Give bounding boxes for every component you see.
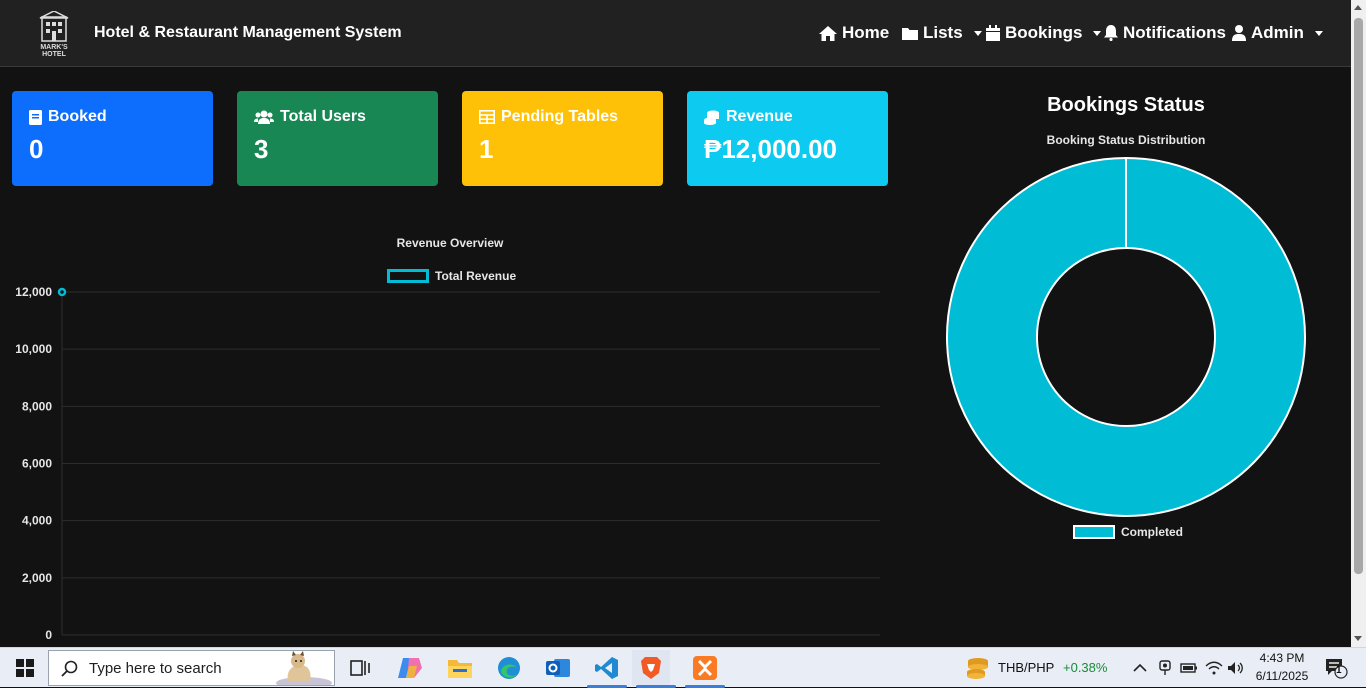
windows-start-icon[interactable] bbox=[11, 654, 39, 682]
brave-icon[interactable] bbox=[632, 650, 670, 686]
y-tick-label: 4,000 bbox=[22, 514, 52, 528]
search-icon bbox=[61, 660, 78, 677]
booked-card-title: Booked bbox=[48, 108, 107, 125]
taskbar-search-input[interactable]: Type here to search bbox=[48, 650, 335, 686]
status-legend-label: Completed bbox=[1121, 525, 1184, 539]
nav-lists-dropdown[interactable]: Lists bbox=[902, 23, 982, 43]
notification-count-badge: 1 bbox=[1336, 665, 1342, 676]
booked-card: Booked 0 bbox=[12, 91, 213, 186]
revenue-card-value: ₱12,000.00 bbox=[704, 134, 838, 164]
battery-icon[interactable] bbox=[1175, 654, 1203, 682]
nav-bookings-dropdown[interactable]: Bookings bbox=[986, 23, 1102, 43]
chevron-down-icon bbox=[1093, 30, 1102, 36]
chevron-down-icon bbox=[973, 30, 982, 36]
bell-icon bbox=[1104, 25, 1118, 41]
bookings-status-heading: Bookings Status bbox=[1047, 94, 1205, 116]
scroll-up-arrow-icon[interactable] bbox=[1354, 5, 1362, 10]
vscode-icon[interactable] bbox=[593, 654, 621, 682]
legend-swatch bbox=[1073, 525, 1115, 539]
nav-admin-dropdown[interactable]: Admin bbox=[1232, 23, 1323, 43]
coins-icon bbox=[704, 110, 719, 125]
search-highlight-illustration-icon bbox=[276, 651, 332, 685]
chevron-up-icon[interactable] bbox=[1126, 654, 1154, 682]
users-icon bbox=[254, 110, 274, 124]
nav-home[interactable]: Home bbox=[819, 23, 889, 43]
y-tick-label: 6,000 bbox=[22, 457, 52, 471]
top-navbar: MARK'S HOTEL Hotel & Restaurant Manageme… bbox=[0, 0, 1351, 67]
y-tick-label: 8,000 bbox=[22, 399, 52, 413]
brand-title[interactable]: Hotel & Restaurant Management System bbox=[94, 24, 402, 42]
scrollbar-thumb[interactable] bbox=[1354, 18, 1363, 574]
calendar-icon bbox=[986, 25, 1000, 41]
nav-admin-label: Admin bbox=[1251, 23, 1304, 42]
nav-bookings-label: Bookings bbox=[1005, 23, 1083, 42]
file-explorer-icon[interactable] bbox=[446, 654, 474, 682]
pending-tables-card-value: 1 bbox=[479, 134, 494, 164]
ticker-change[interactable]: +0.38% bbox=[1063, 660, 1107, 675]
nav-notifications-label: Notifications bbox=[1123, 23, 1226, 42]
task-view-icon[interactable] bbox=[346, 654, 374, 682]
nav-lists-label: Lists bbox=[923, 23, 963, 42]
y-tick-label: 12,000 bbox=[15, 285, 52, 299]
y-tick-label: 2,000 bbox=[22, 571, 52, 585]
volume-icon[interactable] bbox=[1222, 654, 1250, 682]
svg-text:MARK'S: MARK'S bbox=[40, 44, 68, 51]
search-placeholder: Type here to search bbox=[89, 659, 222, 677]
y-tick-label: 10,000 bbox=[15, 342, 52, 356]
page-scrollbar[interactable] bbox=[1351, 0, 1366, 647]
xampp-icon[interactable] bbox=[691, 654, 719, 682]
clock-date[interactable]: 6/11/2025 bbox=[1250, 669, 1314, 683]
y-tick-label: 0 bbox=[45, 628, 52, 642]
revenue-line-chart: 0 2,000 4,000 6,000 8,000 10,000 12,000 bbox=[15, 285, 880, 642]
total-users-card: Total Users 3 bbox=[237, 91, 438, 186]
home-icon bbox=[819, 25, 837, 41]
pending-tables-card-title: Pending Tables bbox=[501, 108, 619, 125]
status-chart-title: Booking Status Distribution bbox=[1046, 133, 1206, 147]
scroll-down-arrow-icon[interactable] bbox=[1354, 636, 1362, 641]
folder-icon bbox=[902, 27, 918, 40]
nav-home-label: Home bbox=[842, 23, 890, 42]
table-icon bbox=[479, 110, 495, 124]
status-legend-item[interactable]: Completed bbox=[1073, 525, 1183, 539]
copilot-icon[interactable] bbox=[396, 654, 424, 682]
windows-taskbar: Type here to search THB/PHP +0.38% 4:43 … bbox=[0, 647, 1366, 688]
currency-ticker-icon[interactable] bbox=[964, 654, 992, 682]
user-icon bbox=[1232, 25, 1246, 41]
chevron-down-icon bbox=[1314, 30, 1323, 36]
revenue-card-title: Revenue bbox=[726, 108, 793, 125]
nav-notifications[interactable]: Notifications bbox=[1104, 23, 1226, 43]
outlook-icon[interactable] bbox=[544, 654, 572, 682]
total-users-card-value: 3 bbox=[254, 134, 269, 164]
revenue-data-point[interactable] bbox=[57, 287, 67, 297]
svg-text:HOTEL: HOTEL bbox=[42, 51, 66, 57]
clock-time[interactable]: 4:43 PM bbox=[1250, 651, 1314, 665]
ticker-pair[interactable]: THB/PHP bbox=[998, 660, 1054, 675]
revenue-card: Revenue ₱12,000.00 bbox=[687, 91, 888, 186]
booked-card-value: 0 bbox=[29, 134, 44, 164]
total-users-card-title: Total Users bbox=[280, 108, 366, 125]
pending-tables-card: Pending Tables 1 bbox=[462, 91, 663, 186]
booking-status-donut-chart bbox=[946, 157, 1306, 517]
revenue-chart-title: Revenue Overview bbox=[396, 236, 504, 250]
hotel-logo-icon[interactable]: MARK'S HOTEL bbox=[34, 10, 74, 58]
book-icon bbox=[29, 109, 42, 125]
edge-icon[interactable] bbox=[495, 654, 523, 682]
